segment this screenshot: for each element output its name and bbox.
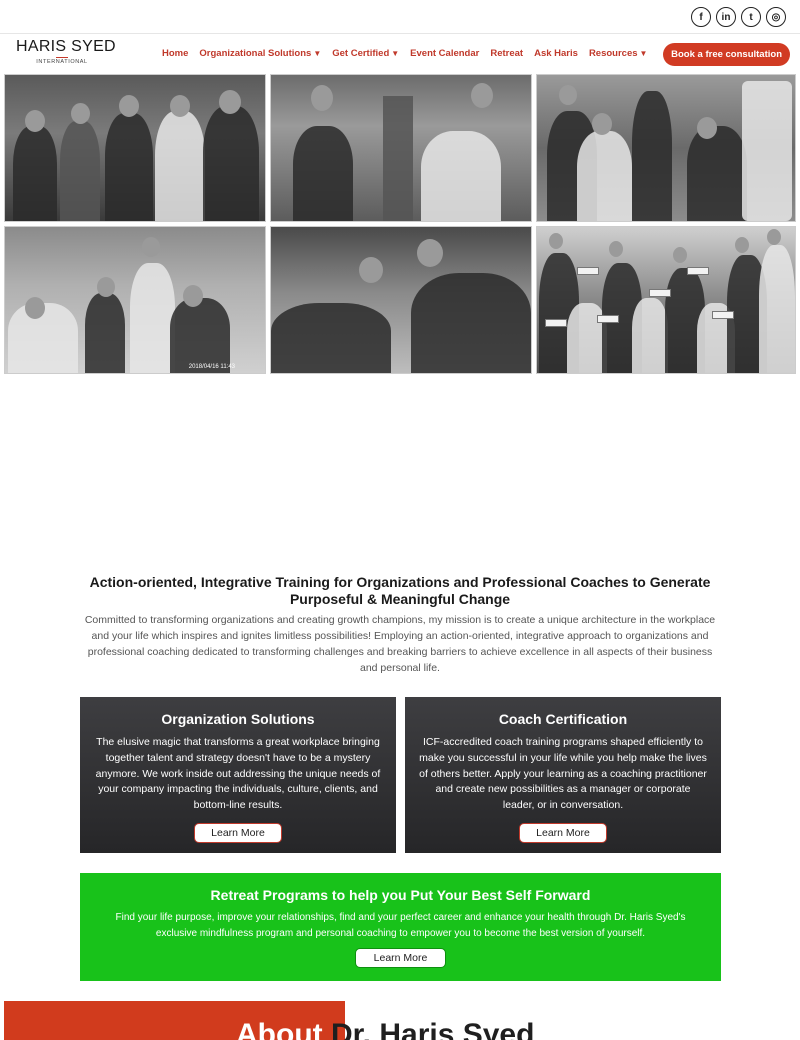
book-consultation-button[interactable]: Book a free consultation xyxy=(663,43,790,66)
caret-down-icon: ▼ xyxy=(313,49,322,58)
instagram-icon[interactable]: ◎ xyxy=(766,7,786,27)
card-title: Coach Certification xyxy=(498,711,628,727)
logo-subtext: INTERNATIONAL xyxy=(36,59,88,65)
photo-timestamp: 2018/04/16 11:43 xyxy=(188,364,235,370)
caret-down-icon: ▼ xyxy=(639,49,648,58)
learn-more-button[interactable]: Learn More xyxy=(354,948,447,968)
gallery-photo: 2018/04/16 11:43 xyxy=(4,226,266,374)
linkedin-icon[interactable]: in xyxy=(716,7,736,27)
about-heading-name: Dr. Haris Syed xyxy=(330,1018,535,1040)
organization-solutions-card: Organization Solutions The elusive magic… xyxy=(80,697,396,853)
social-icons: f in t ◎ xyxy=(691,7,786,27)
nav-label: Get Certified xyxy=(332,48,390,59)
social-bar: f in t ◎ xyxy=(0,0,800,34)
nav-retreat[interactable]: Retreat xyxy=(490,48,523,59)
intro-paragraph: Committed to transforming organizations … xyxy=(84,614,716,674)
nav-ask-haris[interactable]: Ask Haris xyxy=(534,48,578,59)
gallery-photo xyxy=(536,226,796,374)
intro-heading: Action-oriented, Integrative Training fo… xyxy=(89,574,711,607)
photo-gallery: 2018/04/16 11:43 xyxy=(4,74,796,374)
gallery-photo xyxy=(270,226,532,374)
twitter-icon[interactable]: t xyxy=(741,7,761,27)
about-heading: About Dr. Haris Syed xyxy=(236,1017,534,1040)
nav-label: Resources xyxy=(588,48,638,59)
nav-get-certified[interactable]: Get Certified ▼ xyxy=(332,48,399,59)
main-nav: Home Organizational Solutions ▼ Get Certi… xyxy=(162,48,647,59)
retreat-title: Retreat Programs to help you Put Your Be… xyxy=(210,887,591,903)
learn-more-button[interactable]: Learn More xyxy=(194,822,282,843)
card-text: ICF-accredited coach training programs s… xyxy=(419,736,707,812)
gallery-photo xyxy=(270,74,532,222)
caret-down-icon: ▼ xyxy=(391,49,400,58)
intro-section: Action-oriented, Integrative Training fo… xyxy=(80,574,720,676)
gallery-photo xyxy=(536,74,796,222)
site-logo[interactable]: HARIS SYED INTERNATIONAL xyxy=(16,38,116,66)
facebook-icon[interactable]: f xyxy=(691,7,711,27)
retreat-text: Find your life purpose, improve your rel… xyxy=(115,912,686,939)
nav-organizational-solutions[interactable]: Organizational Solutions ▼ xyxy=(199,48,321,59)
learn-more-button[interactable]: Learn More xyxy=(519,822,607,843)
nav-resources[interactable]: Resources ▼ xyxy=(589,48,648,59)
nav-home[interactable]: Home xyxy=(162,48,188,59)
coach-certification-card: Coach Certification ICF-accredited coach… xyxy=(405,697,721,853)
retreat-banner: Retreat Programs to help you Put Your Be… xyxy=(80,873,721,981)
card-title: Organization Solutions xyxy=(161,711,315,727)
nav-event-calendar[interactable]: Event Calendar xyxy=(410,48,479,59)
about-heading-word: About xyxy=(236,1018,323,1040)
gallery-photo xyxy=(4,74,266,222)
nav-label: Organizational Solutions xyxy=(199,48,312,59)
site-header: HARIS SYED INTERNATIONAL Home Organizati… xyxy=(0,34,800,74)
logo-text: HARIS SYED xyxy=(16,38,116,55)
card-text: The elusive magic that transforms a grea… xyxy=(95,736,381,812)
